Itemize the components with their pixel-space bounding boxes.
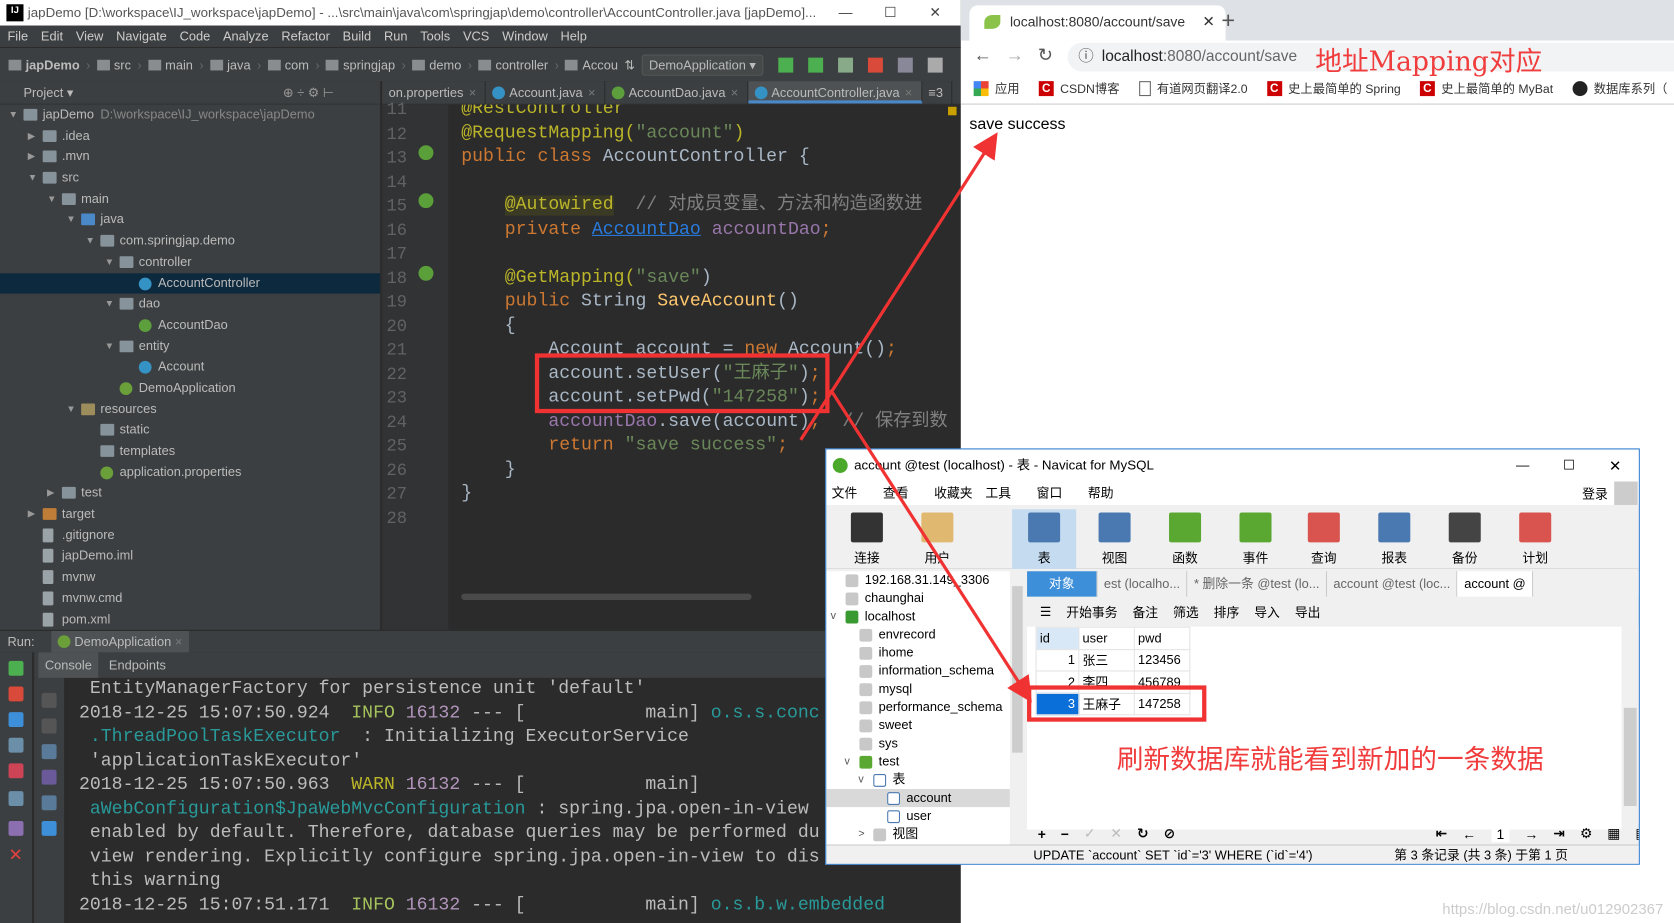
arrow-to-browser: [799, 132, 998, 441]
annotation-refresh: 刷新数据库就能看到新加的一条数据: [1116, 744, 1544, 776]
arrow-to-row: [829, 388, 1032, 703]
watermark: https://blog.csdn.net/u012902367: [1442, 899, 1664, 918]
annotation-arrows: [799, 132, 1032, 703]
annotation-mapping: 地址Mapping对应: [1315, 45, 1543, 77]
